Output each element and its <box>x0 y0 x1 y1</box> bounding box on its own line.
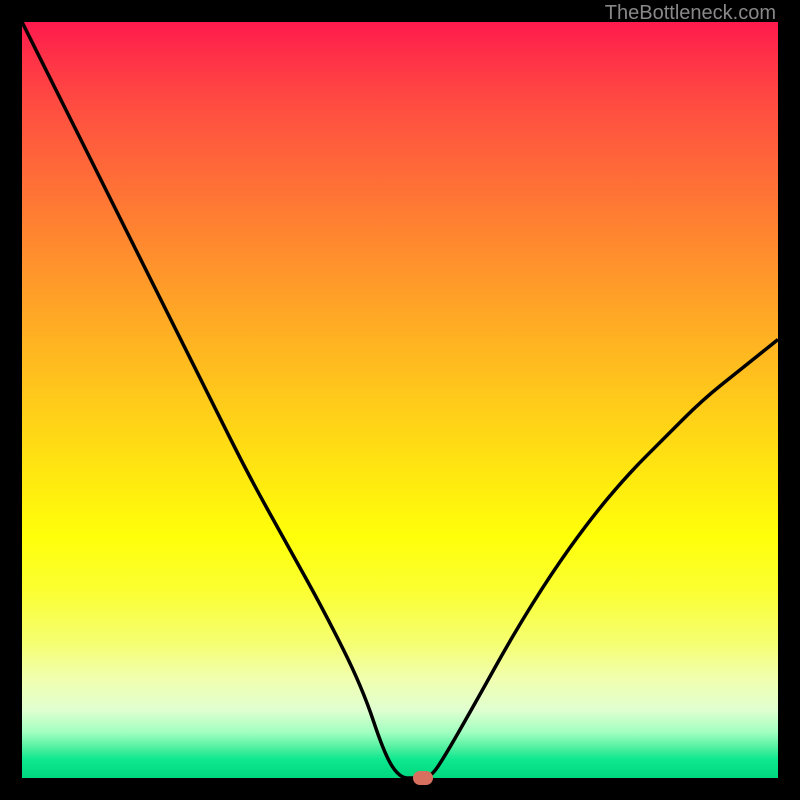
watermark-text: TheBottleneck.com <box>605 2 776 25</box>
optimal-point-marker <box>413 771 433 785</box>
bottleneck-curve <box>22 22 778 778</box>
chart-container: TheBottleneck.com <box>0 0 800 800</box>
